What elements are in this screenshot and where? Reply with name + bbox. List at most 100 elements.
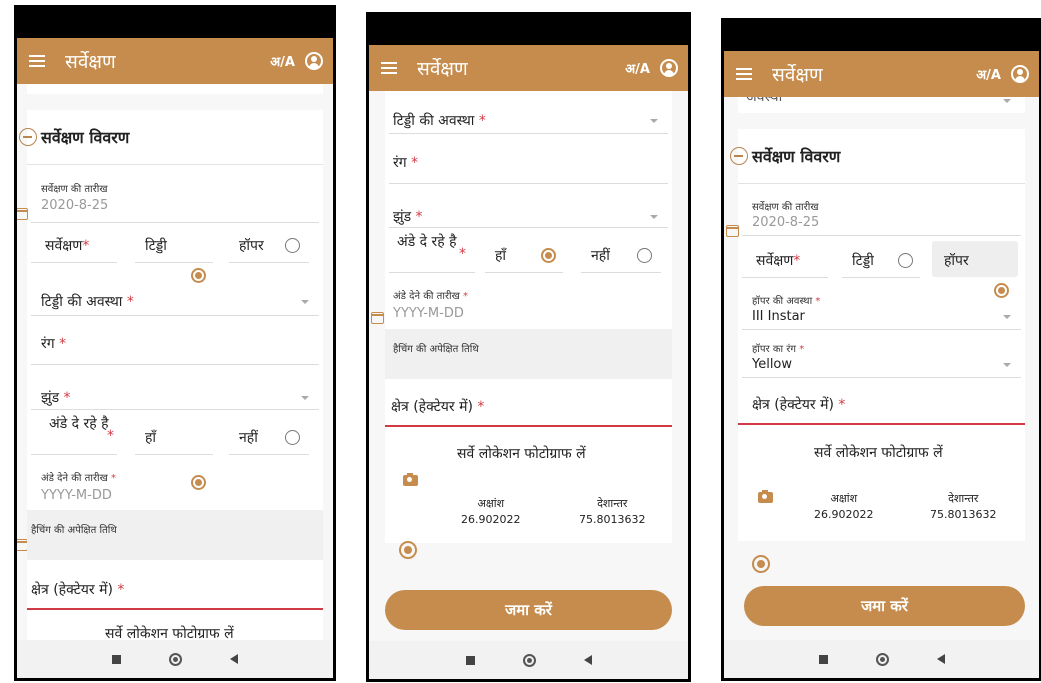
- submit-button[interactable]: जमा करें: [744, 586, 1025, 626]
- radio-egg-no[interactable]: [637, 248, 652, 263]
- underline: [389, 227, 668, 228]
- area-input-underline[interactable]: [27, 608, 323, 610]
- egg-laying-label: अंडे दे रहे है: [49, 416, 109, 432]
- egg-no-label: नहीं: [239, 430, 258, 446]
- radio-hopper[interactable]: [285, 238, 300, 253]
- phone-screenshot-2: सर्वेक्षण अ/A टिड्डी की अवस्था * रंग * झ…: [366, 12, 691, 682]
- hopper-color-select[interactable]: Yellow: [752, 357, 792, 372]
- dropdown-caret-icon: [1003, 99, 1011, 103]
- android-nav-bar: [724, 640, 1039, 678]
- underline: [742, 377, 1021, 378]
- radio-hopper-selected[interactable]: [994, 283, 1009, 298]
- calendar-icon[interactable]: [726, 225, 739, 237]
- swarm-label: झुंड *: [393, 209, 423, 225]
- screen: सर्वेक्षण अ/A टिड्डी की अवस्था * रंग * झ…: [369, 15, 688, 679]
- language-toggle-button[interactable]: अ/A: [976, 65, 1001, 83]
- menu-icon[interactable]: [381, 62, 397, 74]
- radio-egg-no[interactable]: [285, 430, 300, 445]
- hatching-date-field[interactable]: हैचिंग की अपेक्षित तिथि: [27, 510, 323, 560]
- hatching-date-field[interactable]: हैचिंग की अपेक्षित तिथि: [385, 329, 672, 379]
- camera-icon[interactable]: [403, 473, 418, 486]
- underline: [31, 222, 319, 223]
- card-title: सर्वेक्षण विवरण: [752, 147, 841, 166]
- app-title: सर्वेक्षण: [772, 64, 823, 86]
- latitude: अक्षांश 26.902022: [461, 497, 521, 526]
- calendar-icon[interactable]: [371, 312, 384, 324]
- egg-date-input[interactable]: YYYY-M-DD: [41, 488, 112, 503]
- back-icon[interactable]: [230, 654, 238, 664]
- underline: [485, 272, 563, 273]
- dropdown-caret-icon[interactable]: [650, 215, 658, 219]
- take-photo-label[interactable]: सर्वे लोकेशन फोटोग्राफ लें: [814, 443, 943, 462]
- egg-date-input[interactable]: YYYY-M-DD: [393, 306, 464, 321]
- calendar-icon[interactable]: [17, 208, 28, 220]
- collapse-icon[interactable]: [19, 128, 37, 146]
- home-icon[interactable]: [169, 652, 182, 666]
- home-icon[interactable]: [522, 653, 536, 667]
- app-bar: सर्वेक्षण अ/A: [724, 51, 1039, 97]
- locust-stage-label: टिड्डी की अवस्था *: [393, 113, 486, 129]
- android-nav-bar: [17, 640, 333, 678]
- account-icon[interactable]: [660, 59, 678, 77]
- content-area: अवस्था सर्वेक्षण विवरण सर्वेक्षण की तारी…: [724, 97, 1039, 640]
- option-locust-label: टिड्डी: [145, 238, 167, 254]
- camera-icon[interactable]: [758, 490, 773, 503]
- required-mark: *: [107, 428, 114, 444]
- radio-locust[interactable]: [898, 253, 913, 268]
- egg-date-label: अंडे देने की तारीख *: [393, 291, 468, 302]
- hopper-stage-select[interactable]: III Instar: [752, 309, 805, 324]
- radio-locust-selected[interactable]: [191, 268, 206, 283]
- gps-location-icon[interactable]: [399, 541, 417, 559]
- account-icon[interactable]: [1011, 65, 1029, 83]
- language-toggle-button[interactable]: अ/A: [270, 52, 295, 70]
- menu-icon[interactable]: [29, 55, 45, 67]
- submit-button[interactable]: जमा करें: [385, 590, 672, 630]
- area-input-underline[interactable]: [385, 425, 672, 427]
- gps-location-icon[interactable]: [752, 555, 770, 573]
- area-input-underline[interactable]: [738, 423, 1025, 425]
- radio-egg-yes-selected[interactable]: [541, 248, 556, 263]
- recents-icon[interactable]: [818, 654, 828, 664]
- collapse-icon[interactable]: [730, 147, 748, 165]
- content-area: टिड्डी की अवस्था * रंग * झुंड * अंडे दे …: [369, 91, 688, 641]
- account-icon[interactable]: [305, 52, 323, 70]
- recents-icon[interactable]: [112, 654, 121, 664]
- app-bar: सर्वेक्षण अ/A: [369, 45, 688, 91]
- app-title: सर्वेक्षण: [417, 58, 468, 80]
- recents-icon[interactable]: [465, 655, 475, 665]
- divider: [738, 183, 1025, 184]
- dropdown-caret-icon[interactable]: [301, 300, 309, 304]
- egg-no-label: नहीं: [591, 248, 610, 264]
- dropdown-caret-icon[interactable]: [301, 396, 309, 400]
- take-photo-label[interactable]: सर्वे लोकेशन फोटोग्राफ लें: [457, 444, 586, 463]
- survey-date-value[interactable]: 2020-8-25: [752, 215, 819, 230]
- underline: [389, 183, 668, 184]
- menu-icon[interactable]: [736, 68, 752, 80]
- underline: [229, 262, 309, 263]
- app-title: सर्वेक्षण: [65, 51, 116, 73]
- back-icon[interactable]: [583, 655, 592, 665]
- option-hopper-label: हॉपर: [239, 238, 264, 254]
- hopper-stage-label: हॉपर की अवस्था *: [752, 296, 821, 307]
- language-toggle-button[interactable]: अ/A: [625, 59, 650, 77]
- radio-egg-yes-selected[interactable]: [191, 475, 206, 490]
- egg-laying-label: अंडे दे रहे है: [397, 234, 457, 250]
- hatching-date-label: हैचिंग की अपेक्षित तिथि: [393, 344, 479, 355]
- home-icon[interactable]: [875, 652, 889, 666]
- option-hopper-label: हॉपर: [944, 253, 969, 269]
- take-photo-label[interactable]: सर्वे लोकेशन फोटोग्राफ लें: [105, 624, 234, 640]
- survey-type-label: सर्वेक्षण*: [45, 238, 90, 254]
- color-label: रंग *: [41, 336, 67, 352]
- dropdown-caret-icon[interactable]: [1003, 363, 1011, 367]
- dropdown-caret-icon[interactable]: [1003, 315, 1011, 319]
- android-nav-bar: [369, 641, 688, 679]
- survey-date-label: सर्वेक्षण की तारीख: [41, 184, 108, 195]
- swarm-label: झुंड *: [41, 390, 71, 406]
- back-icon[interactable]: [936, 654, 945, 664]
- area-label: क्षेत्र (हेक्टेयर में) *: [31, 582, 125, 598]
- dropdown-caret-icon[interactable]: [650, 119, 658, 123]
- screen: सर्वेक्षण अ/A सर्वेक्षण विवरण सर्वेक्षण …: [17, 8, 333, 678]
- underline: [135, 262, 213, 263]
- survey-date-value[interactable]: 2020-8-25: [41, 198, 108, 213]
- color-label: रंग *: [393, 155, 419, 171]
